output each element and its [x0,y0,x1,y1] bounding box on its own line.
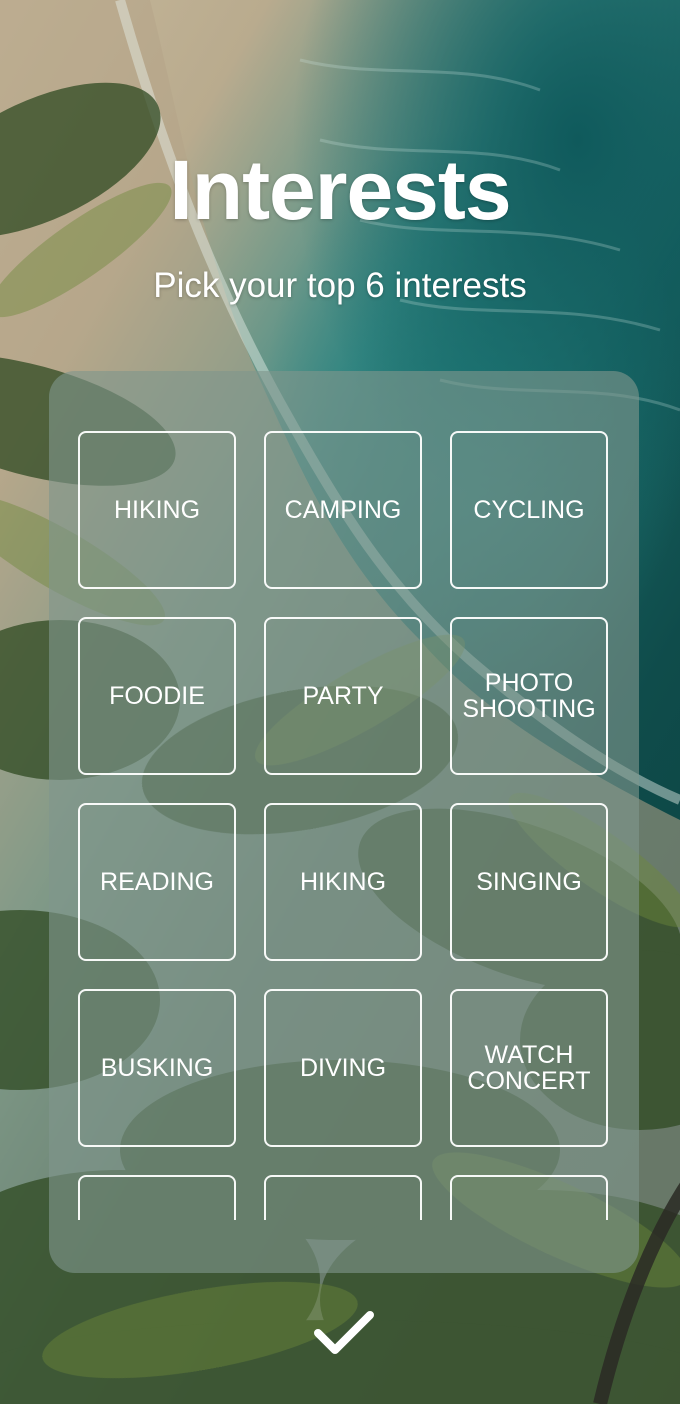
interest-label: SINGING [476,868,582,896]
interest-tile-singing[interactable]: SINGING [450,803,608,961]
interest-tile-cycling[interactable]: CYCLING [450,431,608,589]
interest-label: READING [100,868,214,896]
interest-tile-foodie[interactable]: FOODIE [78,617,236,775]
interest-tile-busking[interactable]: BUSKING [78,989,236,1147]
interest-label: HIKING [299,868,387,896]
interest-tile-photo-shooting[interactable]: PHOTO SHOOTING [450,617,608,775]
interest-tile-party[interactable]: PARTY [264,617,422,775]
checkmark-icon [314,1311,374,1354]
page-title: Interests [169,143,511,237]
interest-tile-hiking[interactable]: HIKING [78,431,236,589]
confirm-button[interactable] [313,1308,375,1358]
interest-tile-partial[interactable] [78,1175,236,1220]
interest-label: DIVING [299,1054,387,1082]
interest-label: CYCLING [473,496,585,524]
interest-tile-watch-concert[interactable]: WATCH CONCERT [450,989,608,1147]
interest-label: PHOTO SHOOTING [462,669,596,723]
interests-scroll-area[interactable]: HIKING CAMPING CYCLING FOODIE PARTY PHOT… [49,371,639,1220]
interest-label: HIKING [113,496,201,524]
interest-tile-hiking-2[interactable]: HIKING [264,803,422,961]
interests-grid: HIKING CAMPING CYCLING FOODIE PARTY PHOT… [78,431,608,1220]
interest-tile-partial[interactable] [450,1175,608,1220]
interest-label: FOODIE [109,682,205,710]
interest-label: WATCH CONCERT [467,1041,591,1095]
interest-label: BUSKING [100,1054,214,1082]
interests-panel[interactable]: HIKING CAMPING CYCLING FOODIE PARTY PHOT… [49,371,639,1273]
interest-tile-partial[interactable] [264,1175,422,1220]
page-subtitle: Pick your top 6 interests [153,266,527,305]
interest-label: CAMPING [284,496,402,524]
interest-tile-camping[interactable]: CAMPING [264,431,422,589]
interest-label: PARTY [302,682,384,710]
interest-tile-diving[interactable]: DIVING [264,989,422,1147]
interest-tile-reading[interactable]: READING [78,803,236,961]
